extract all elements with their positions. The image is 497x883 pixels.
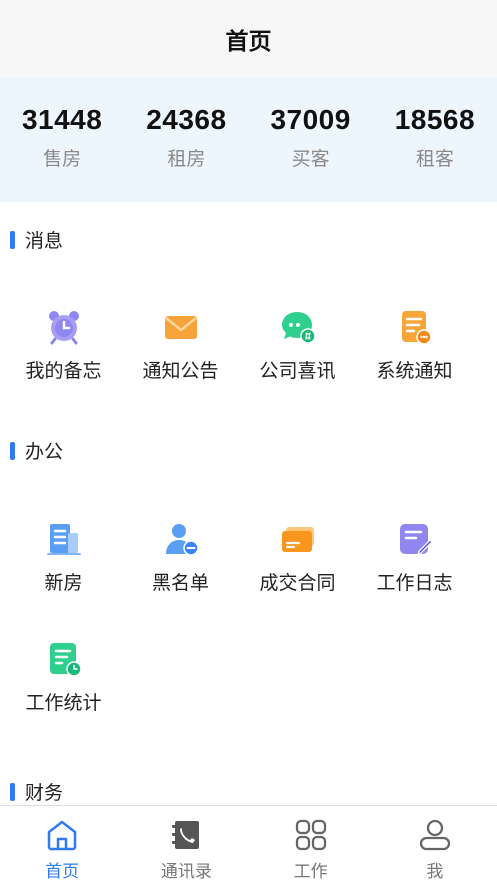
grid-item-contract[interactable]: 成交合同 — [239, 520, 356, 640]
stat-buyer[interactable]: 37009 买客 — [249, 78, 373, 202]
messages-grid: 我的备忘 通知公告 公司喜讯 系统通知 — [0, 308, 497, 428]
building-icon — [45, 520, 83, 558]
section-header-messages: 消息 — [10, 226, 63, 253]
alarm-clock-icon — [45, 308, 83, 346]
grid-item-label: 新房 — [44, 572, 83, 594]
stat-value: 24368 — [146, 104, 227, 135]
stat-label: 买客 — [291, 148, 330, 170]
tab-me[interactable]: 我 — [373, 806, 497, 883]
grid-item-work-log[interactable]: 工作日志 — [356, 520, 473, 640]
stat-value: 31448 — [21, 104, 103, 135]
stat-sale-house[interactable]: 31448 售房 — [0, 78, 124, 202]
stat-label: 租客 — [415, 148, 454, 170]
chat-bubble-icon — [279, 308, 317, 346]
tab-label: 通讯录 — [160, 862, 212, 882]
document-icon — [396, 308, 434, 346]
tab-home[interactable]: 首页 — [0, 806, 124, 883]
stat-value: 37009 — [270, 104, 351, 135]
section-title: 消息 — [25, 230, 64, 252]
edit-note-icon — [396, 520, 434, 558]
grid-item-notice[interactable]: 通知公告 — [122, 308, 239, 428]
grid-item-label: 公司喜讯 — [259, 360, 336, 382]
tab-label: 工作 — [293, 862, 328, 882]
top-bar: 首页 — [0, 0, 497, 78]
grid-item-work-stats[interactable]: 工作统计 — [5, 640, 122, 760]
stat-label: 租房 — [167, 148, 206, 170]
tab-work[interactable]: 工作 — [249, 806, 373, 883]
stat-rent-house[interactable]: 24368 租房 — [124, 78, 248, 202]
office-grid: 新房 黑名单 成交合同 工作日志 工作统计 — [0, 520, 497, 760]
grid-item-label: 通知公告 — [142, 360, 219, 382]
stats-panel: 31448 售房 24368 租房 37009 买客 18568 租客 — [0, 78, 497, 202]
contacts-icon — [167, 816, 205, 854]
grid-icon — [292, 816, 330, 854]
grid-item-system-notice[interactable]: 系统通知 — [356, 308, 473, 428]
user-block-icon — [162, 520, 200, 558]
section-title: 办公 — [25, 441, 64, 463]
tab-contacts[interactable]: 通讯录 — [124, 806, 248, 883]
grid-item-label: 我的备忘 — [25, 360, 102, 382]
grid-item-label: 成交合同 — [259, 572, 336, 594]
grid-item-memo[interactable]: 我的备忘 — [5, 308, 122, 428]
tab-label: 我 — [426, 862, 444, 882]
section-title: 财务 — [25, 782, 64, 804]
card-icon — [279, 520, 317, 558]
grid-item-label: 工作日志 — [376, 572, 453, 594]
stat-label: 售房 — [43, 148, 82, 170]
grid-item-blacklist[interactable]: 黑名单 — [122, 520, 239, 640]
report-icon — [45, 640, 83, 678]
grid-item-company-news[interactable]: 公司喜讯 — [239, 308, 356, 428]
tab-label: 首页 — [45, 862, 80, 882]
grid-item-label: 黑名单 — [151, 572, 209, 594]
user-icon — [416, 816, 454, 854]
grid-item-new-house[interactable]: 新房 — [5, 520, 122, 640]
home-icon — [43, 816, 81, 854]
section-header-finance: 财务 — [10, 778, 63, 805]
stat-renter[interactable]: 18568 租客 — [373, 78, 497, 202]
section-header-office: 办公 — [10, 437, 63, 464]
section-accent-bar — [10, 441, 15, 460]
page-title: 首页 — [225, 29, 272, 55]
grid-item-label: 工作统计 — [25, 692, 102, 714]
stat-value: 18568 — [394, 104, 476, 135]
envelope-icon — [162, 308, 200, 346]
section-accent-bar — [10, 230, 15, 249]
section-accent-bar — [10, 782, 15, 801]
grid-item-label: 系统通知 — [376, 360, 453, 382]
bottom-tab-bar: 首页 通讯录 工作 我 — [0, 805, 497, 883]
